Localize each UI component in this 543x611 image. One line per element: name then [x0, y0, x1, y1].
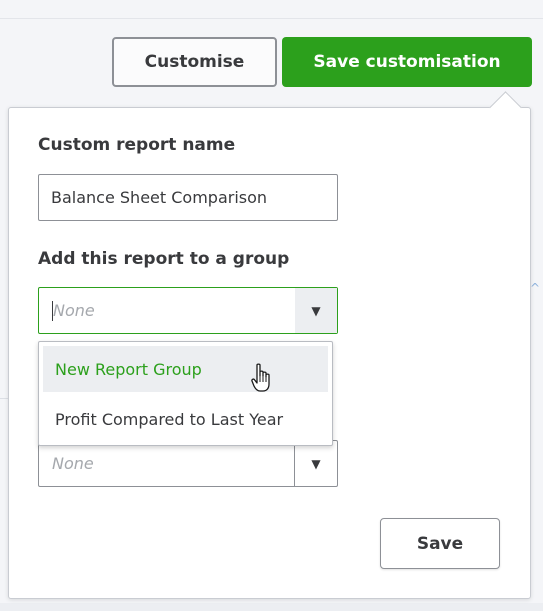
report-name-value: Balance Sheet Comparison — [51, 188, 268, 207]
dropdown-arrow-icon[interactable]: ▼ — [294, 441, 337, 486]
background-footer — [0, 603, 543, 611]
dropdown-option-profit-compared[interactable]: Profit Compared to Last Year — [43, 396, 328, 442]
report-group-select[interactable]: None ▼ — [38, 287, 338, 334]
secondary-select[interactable]: None ▼ — [38, 440, 338, 487]
report-group-label: Add this report to a group — [38, 249, 290, 269]
chevron-up-icon: ^ — [530, 281, 541, 295]
save-customisation-button[interactable]: Save customisation — [282, 37, 532, 87]
dropdown-option-new-report-group[interactable]: New Report Group — [43, 346, 328, 392]
background-divider — [0, 18, 543, 19]
dropdown-arrow-icon[interactable]: ▼ — [295, 288, 337, 333]
save-button[interactable]: Save — [380, 518, 500, 569]
report-group-dropdown: New Report Group Profit Compared to Last… — [38, 341, 333, 446]
secondary-select-placeholder: None — [52, 454, 94, 473]
hand-pointer-icon — [251, 363, 270, 392]
report-group-placeholder: None — [53, 301, 95, 320]
customise-button[interactable]: Customise — [112, 37, 277, 87]
report-name-input[interactable]: Balance Sheet Comparison — [38, 174, 338, 221]
report-name-label: Custom report name — [38, 135, 236, 155]
